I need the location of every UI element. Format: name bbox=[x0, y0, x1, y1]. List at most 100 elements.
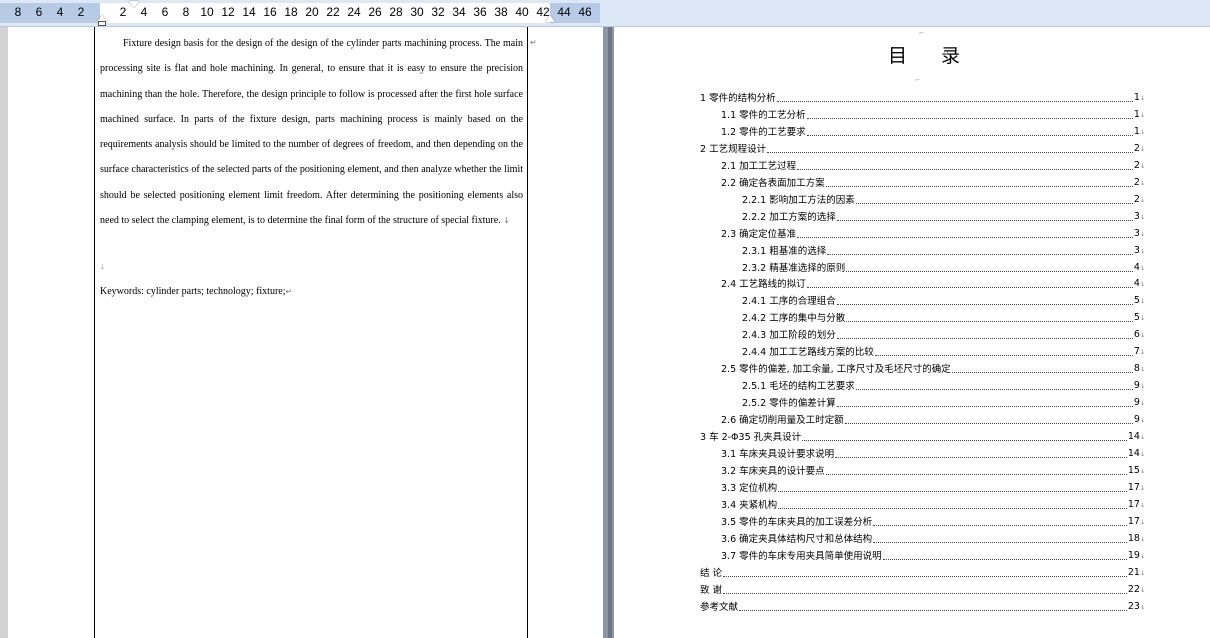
toc-leader-dots bbox=[802, 439, 1127, 441]
line-break-mark: ↓ bbox=[1139, 603, 1145, 611]
line-break-mark: ↓ bbox=[1139, 569, 1145, 577]
line-break-mark: ↓ bbox=[1139, 111, 1145, 119]
toc-entry[interactable]: 3.3 定位机构 17↓ bbox=[721, 478, 1145, 495]
toc-entry-label: 1.1 零件的工艺分析 bbox=[721, 109, 806, 121]
toc-entry[interactable]: 2.5.1 毛坯的结构工艺要求 9↓ bbox=[742, 376, 1145, 393]
toc-entry-page: 3↓ bbox=[1134, 228, 1145, 241]
toc-entry-page: 5↓ bbox=[1134, 295, 1145, 308]
toc-entry-label: 2.5 零件的偏差, 加工余量, 工序尺寸及毛坯尺寸的确定 bbox=[721, 364, 951, 376]
ruler-tick-label: 34 bbox=[452, 5, 466, 19]
line-break-mark: ↓ bbox=[1139, 501, 1145, 509]
ruler-tick-label: 24 bbox=[347, 5, 361, 19]
toc-entry[interactable]: 1 零件的结构分析 1↓ bbox=[700, 88, 1145, 105]
toc-entry[interactable]: 2.3.2 精基准选择的原则 4↓ bbox=[742, 258, 1145, 275]
toc-leader-dots bbox=[855, 202, 1133, 204]
toc-leader-dots bbox=[836, 337, 1133, 340]
toc-leader-dots bbox=[827, 253, 1133, 255]
line-break-mark: ↓ bbox=[1139, 417, 1145, 425]
first-line-indent-marker[interactable] bbox=[129, 1, 139, 8]
toc-entry[interactable]: 3.4 夹紧机构 17↓ bbox=[721, 495, 1145, 512]
toc-leader-dots bbox=[767, 151, 1133, 153]
abstract-paragraph[interactable]: Fixture design basis for the design of t… bbox=[100, 31, 523, 233]
toc-entry[interactable]: 2.2.1 影响加工方法的因素 2↓ bbox=[742, 190, 1145, 207]
ruler-tick-label: 32 bbox=[431, 5, 445, 19]
toc-entry-label: 2.4.2 工序的集中与分散 bbox=[742, 313, 846, 325]
toc-leader-dots bbox=[825, 473, 1127, 475]
line-break-mark: ↓ bbox=[1139, 366, 1145, 374]
toc-entry-page: 14↓ bbox=[1128, 431, 1145, 444]
line-break-mark: ↓ bbox=[1139, 196, 1145, 204]
toc-leader-dots bbox=[778, 507, 1127, 509]
toc-entry[interactable]: 2.4.1 工序的合理组合 5↓ bbox=[742, 291, 1145, 308]
toc-entry[interactable]: 3.7 零件的车床专用夹具简单使用说明 19↓ bbox=[721, 546, 1145, 563]
line-break-mark: ↓ bbox=[1139, 247, 1145, 255]
ruler-tick-label: 4 bbox=[140, 5, 148, 19]
toc-entry-label: 2.2.2 加工方案的选择 bbox=[742, 211, 836, 223]
left-indent-marker[interactable] bbox=[98, 21, 106, 26]
toc-entry-page: 19↓ bbox=[1128, 550, 1145, 563]
line-break-mark: ↓ bbox=[1139, 467, 1145, 475]
toc-entry[interactable]: 2.1 加工工艺过程 2↓ bbox=[721, 156, 1145, 173]
toc-entry[interactable]: 3.5 零件的车床夹具的加工误差分析 17↓ bbox=[721, 512, 1145, 529]
toc-leader-dots bbox=[806, 117, 1133, 119]
toc-entry[interactable]: 2.5 零件的偏差, 加工余量, 工序尺寸及毛坯尺寸的确定 8↓ bbox=[721, 359, 1145, 376]
toc-page-number: 14 bbox=[1127, 447, 1140, 459]
toc-leader-dots bbox=[855, 388, 1133, 391]
ruler-tick-label: 26 bbox=[368, 5, 382, 19]
toc-entry[interactable]: 2.4 工艺路线的拟订 4↓ bbox=[721, 274, 1145, 291]
toc-entry[interactable]: 2.4.3 加工阶段的划分 6↓ bbox=[742, 325, 1145, 342]
toc-entry-label: 2.4 工艺路线的拟订 bbox=[721, 279, 806, 291]
toc-entry[interactable]: 参考文献 23↓ bbox=[700, 597, 1145, 614]
line-break-mark: ↓ bbox=[1139, 400, 1145, 408]
right-indent-marker[interactable] bbox=[545, 15, 555, 22]
toc-entry-label: 3.2 车床夹具的设计要点 bbox=[721, 465, 825, 477]
toc-title[interactable]: 目 录 bbox=[888, 41, 974, 68]
toc-page-number: 17 bbox=[1127, 515, 1140, 527]
toc-entry[interactable]: 3 车 2-Φ35 孔夹具设计 14↓ bbox=[700, 427, 1145, 444]
ruler-tick-label: 8 bbox=[14, 5, 22, 19]
toc-entry-label: 3 车 2-Φ35 孔夹具设计 bbox=[700, 432, 802, 443]
keywords-line[interactable]: Keywords: cylinder parts; technology; fi… bbox=[100, 286, 292, 297]
paragraph-mark: ↵ bbox=[942, 50, 950, 60]
toc-entry[interactable]: 2.4.2 工序的集中与分散 5↓ bbox=[742, 308, 1145, 325]
toc-entry-label: 3.1 车床夹具设计要求说明 bbox=[721, 448, 835, 460]
toc-leader-dots bbox=[874, 354, 1133, 357]
abstract-text: Fixture design basis for the design of t… bbox=[100, 38, 523, 227]
toc-leader-dots bbox=[776, 100, 1133, 102]
toc-entry[interactable]: 2.3.1 粗基准的选择 3↓ bbox=[742, 241, 1145, 258]
toc-entry-page: 2↓ bbox=[1134, 143, 1145, 156]
line-break-mark: ↓ bbox=[1139, 95, 1145, 102]
toc-entry[interactable]: 3.2 车床夹具的设计要点 15↓ bbox=[721, 461, 1145, 478]
toc-leader-dots bbox=[873, 541, 1127, 543]
toc-leader-dots bbox=[836, 303, 1133, 306]
toc-entry[interactable]: 2.3 确定定位基准 3↓ bbox=[721, 224, 1145, 241]
ruler-tick-label: 6 bbox=[161, 5, 169, 19]
toc-entry[interactable]: 致 谢 22↓ bbox=[700, 580, 1145, 597]
line-break-mark: ↓ bbox=[1139, 450, 1145, 458]
ruler-tick-label: 2 bbox=[119, 5, 127, 19]
toc-entry[interactable]: 1.1 零件的工艺分析 1↓ bbox=[721, 105, 1145, 122]
toc-entry[interactable]: 2.6 确定切削用量及工时定额 9↓ bbox=[721, 410, 1145, 427]
toc-entry[interactable]: 2.4.4 加工工艺路线方案的比较 7↓ bbox=[742, 342, 1145, 359]
toc-entry[interactable]: 2 工艺规程设计 2↓ bbox=[700, 139, 1145, 156]
toc-entry[interactable]: 3.6 确定夹具体结构尺寸和总体结构 18↓ bbox=[721, 529, 1145, 546]
toc-entry[interactable]: 1.2 零件的工艺要求 1↓ bbox=[721, 122, 1145, 139]
toc-entry-page: 3↓ bbox=[1134, 245, 1145, 258]
toc-entry[interactable]: 2.5.2 零件的偏差计算 9↓ bbox=[742, 393, 1145, 410]
toc-entry[interactable]: 2.2 确定各表面加工方案 2↓ bbox=[721, 173, 1145, 190]
toc-entry-page: 14↓ bbox=[1128, 448, 1145, 461]
left-margin-line bbox=[94, 27, 95, 638]
toc-entry-page: 4↓ bbox=[1134, 262, 1145, 275]
toc-entry-page: 4↓ bbox=[1134, 278, 1145, 291]
toc-entry[interactable]: 2.2.2 加工方案的选择 3↓ bbox=[742, 207, 1145, 224]
toc-leader-dots bbox=[797, 168, 1133, 170]
toc-entry[interactable]: 3.1 车床夹具设计要求说明 14↓ bbox=[721, 444, 1145, 461]
line-break-mark: ↓ bbox=[1139, 281, 1145, 289]
toc-entry-page: 9↓ bbox=[1134, 397, 1145, 410]
toc-entry-label: 3.3 定位机构 bbox=[721, 482, 778, 494]
toc-entry[interactable]: 结 论 21↓ bbox=[700, 563, 1145, 580]
empty-paragraph-mark: ↓ bbox=[100, 261, 105, 271]
toc-page-number: 17 bbox=[1127, 498, 1140, 510]
horizontal-ruler[interactable]: 8 6 4 2 2 4 6 8 10 12 14 16 18 20 22 24 26 28 30 32 34 36 38 40… bbox=[0, 0, 1210, 27]
toc-entry-page: 2↓ bbox=[1134, 177, 1145, 190]
